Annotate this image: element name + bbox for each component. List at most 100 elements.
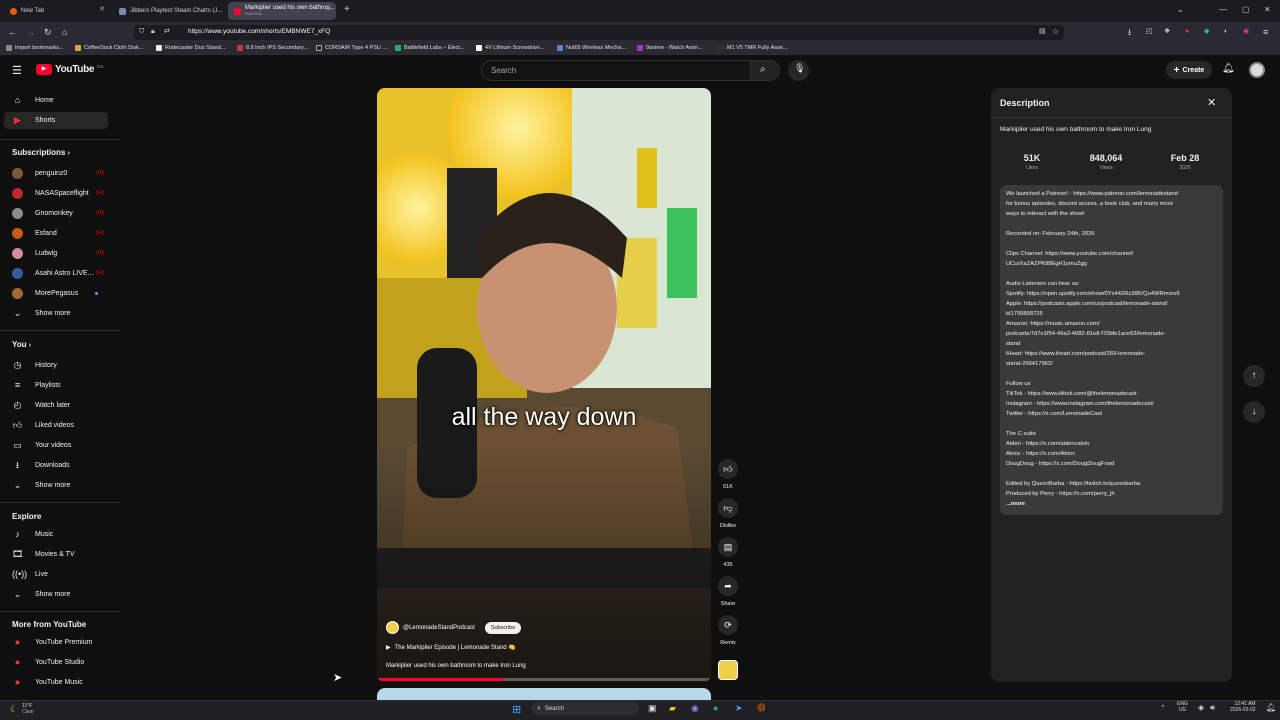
sidebar-item-live[interactable]: ((•)) Live — [4, 566, 108, 583]
sidebar-item-movies-tv[interactable]: 🎞︎ Movies & TV — [4, 546, 108, 563]
like-button[interactable]: 👍︎ — [718, 459, 738, 479]
search-input[interactable]: Search — [481, 60, 751, 81]
back-icon[interactable]: ← — [8, 27, 17, 37]
language-indicator[interactable]: ENG US — [1177, 701, 1188, 715]
extension-icon[interactable]: ❖ — [1164, 27, 1170, 37]
extension-icon[interactable]: ◐ — [1224, 27, 1228, 37]
bookmark-item[interactable]: CORSAIR Type 4 PSU ... — [316, 45, 387, 51]
firefox-taskbar-icon[interactable]: ◍ — [757, 702, 766, 716]
sound-thumbnail[interactable] — [718, 660, 738, 680]
tab-list-icon[interactable]: ⌄ — [1177, 5, 1184, 14]
channel-avatar[interactable] — [386, 621, 399, 634]
reader-icon[interactable]: ▤ — [1039, 27, 1046, 37]
minimize-icon[interactable]: — — [1219, 5, 1227, 14]
sidebar-subscription-item[interactable]: MorePegasus — [4, 285, 108, 302]
subscriptions-heading[interactable]: Subscriptions › — [12, 148, 70, 157]
shorts-video-player[interactable]: all the way down @LemonadeStandPodcast S… — [377, 88, 711, 682]
volume-icon[interactable]: 🔊︎ — [1210, 703, 1215, 717]
tray-overflow-icon[interactable]: ⌃ — [1160, 704, 1166, 718]
profile-icon[interactable]: ◉ — [1243, 27, 1249, 37]
sidebar-item-your-videos[interactable]: ▭ Your videos — [4, 437, 108, 454]
sidebar-item-watch-later[interactable]: ◴ Watch later — [4, 397, 108, 414]
file-explorer-icon[interactable]: ▰ — [669, 703, 676, 717]
search-button[interactable]: ⌕ — [750, 60, 780, 81]
sidebar-subscription-item[interactable]: penguinz0 ((•)) — [4, 165, 108, 182]
bookmark-item[interactable]: CoffeeSock Cloth Disk... — [75, 45, 144, 51]
notification-center-icon[interactable]: 🔔︎ — [1266, 703, 1276, 717]
downloads-browser-icon[interactable]: ⭳ — [1128, 27, 1131, 37]
bookmark-star-icon[interactable]: ☆ — [1052, 27, 1059, 37]
sidebar-item-shorts[interactable]: ▶ Shorts — [4, 112, 108, 129]
close-icon[interactable]: ✕ — [1207, 96, 1216, 109]
sidebar-item-playlists[interactable]: ≡ Playlists — [4, 377, 108, 394]
close-window-icon[interactable]: ✕ — [1264, 5, 1271, 14]
bookmark-item[interactable]: 9anime - Watch Anim... — [637, 45, 703, 51]
show-more-description[interactable]: ...more — [1006, 500, 1025, 508]
task-view-icon[interactable]: ▣ — [648, 703, 657, 717]
remix-button[interactable]: ⟳ — [718, 615, 738, 635]
sidebar-item-downloads[interactable]: ⭳ Downloads — [4, 457, 108, 474]
create-button[interactable]: + Create — [1166, 61, 1212, 79]
app-icon[interactable]: ➤ — [735, 703, 743, 717]
sidebar-item-liked-videos[interactable]: 👍︎ Liked videos — [4, 417, 108, 434]
comments-button[interactable]: ▤ — [718, 537, 738, 557]
sidebar-item-music[interactable]: ♪ Music — [4, 526, 108, 543]
sidebar-item-youtube-premium[interactable]: ● YouTube Premium — [4, 634, 108, 651]
url-text[interactable]: https://www.youtube.com/shorts/EMBNWE7_x… — [188, 28, 330, 35]
close-tab-icon[interactable]: ✕ — [325, 5, 331, 13]
sidebar-subscription-item[interactable]: Esfand ((•)) — [4, 225, 108, 242]
channel-name[interactable]: @LemonadeStandPodcast — [403, 625, 475, 631]
share-button[interactable]: ➦ — [718, 576, 738, 596]
you-heading[interactable]: You › — [12, 340, 31, 349]
browser-tab-active[interactable]: Markiplier used his own bathroo... PLAYI… — [228, 2, 336, 20]
next-short-preview[interactable] — [377, 688, 711, 700]
avatar[interactable] — [1249, 62, 1265, 78]
sidebar-subscription-item[interactable]: Gnomonkey ((•)) — [4, 205, 108, 222]
home-browser-icon[interactable]: ⌂ — [62, 27, 67, 37]
discord-icon[interactable]: ◉ — [691, 703, 699, 717]
spotify-icon[interactable]: ● — [713, 703, 718, 717]
show-more-subscriptions[interactable]: ⌄ Show more — [4, 305, 108, 322]
close-tab-icon[interactable]: ✕ — [99, 5, 105, 13]
taskbar-search[interactable]: ⌕ Search — [531, 702, 639, 715]
playlist-row[interactable]: ▶ The Markiplier Episode | Lemonade Stan… — [386, 644, 516, 651]
sidebar-item-history[interactable]: ◷ History — [4, 357, 108, 374]
bookmark-item[interactable]: Battlefield Labs – Elect... — [395, 45, 465, 51]
progress-track[interactable] — [377, 678, 711, 681]
extension-icon[interactable]: ● — [1185, 27, 1189, 37]
screenshot-icon[interactable]: ◰ — [1146, 27, 1153, 37]
youtube-logo[interactable]: ▶ YouTube CA — [36, 64, 103, 75]
bookmark-item[interactable]: 4V Lithium Screwdrive... — [476, 45, 544, 51]
bookmark-item[interactable]: M1 V5 TMR Fully Asse... — [718, 45, 787, 51]
subscribe-button[interactable]: Subscribe — [484, 621, 522, 634]
maximize-icon[interactable]: ▢ — [1242, 5, 1250, 14]
bookmark-item[interactable]: 8.8 Inch IPS Secondary... — [237, 45, 308, 51]
notifications-bell-icon[interactable]: 🔔︎ — [1222, 63, 1235, 74]
menu-icon[interactable]: ≡ — [1263, 27, 1268, 37]
sidebar-item-home[interactable]: ⌂ Home — [4, 92, 108, 109]
show-more-explore[interactable]: ⌄ Show more — [4, 586, 108, 603]
sidebar-item-youtube-studio[interactable]: ● YouTube Studio — [4, 654, 108, 671]
bookmark-item[interactable]: Import bookmarks... — [6, 45, 64, 51]
sidebar-subscription-item[interactable]: Asahi Astro LIVE... ((•)) — [4, 265, 108, 282]
permissions-icon[interactable]: ⇄ — [164, 27, 170, 37]
wifi-icon[interactable]: ◈ — [1198, 703, 1204, 717]
forward-icon[interactable]: → — [26, 27, 35, 37]
sidebar-subscription-item[interactable]: NASASpaceflight ((•)) — [4, 185, 108, 202]
show-more-you[interactable]: ⌄ Show more — [4, 477, 108, 494]
new-tab-icon[interactable]: + — [344, 4, 350, 15]
bookmark-item[interactable]: Nut65 Wireless Mecha... — [557, 45, 626, 51]
clock[interactable]: 12:41 AM 2026-03-02 — [1230, 701, 1256, 715]
extension-icon[interactable]: ◆ — [1204, 27, 1209, 37]
browser-tab[interactable]: New Tab ✕ — [4, 2, 110, 20]
previous-short-button[interactable]: ↑ — [1243, 365, 1265, 387]
sidebar-subscription-item[interactable]: Ludwig ((•)) — [4, 245, 108, 262]
windows-start-icon[interactable]: ⊞ — [512, 703, 521, 717]
weather-widget[interactable]: ☾ 11°F Clear — [10, 702, 34, 716]
sidebar-item-youtube-music[interactable]: ● YouTube Music — [4, 674, 108, 691]
dislike-button[interactable]: 👎︎ — [718, 498, 738, 518]
browser-tab[interactable]: Jibbers Playtest Steam Charts (J... — [113, 2, 225, 20]
reload-icon[interactable]: ↻ — [44, 27, 52, 37]
hamburger-menu-icon[interactable]: ☰ — [12, 64, 22, 77]
voice-search-button[interactable]: 🎙︎ — [788, 60, 809, 81]
